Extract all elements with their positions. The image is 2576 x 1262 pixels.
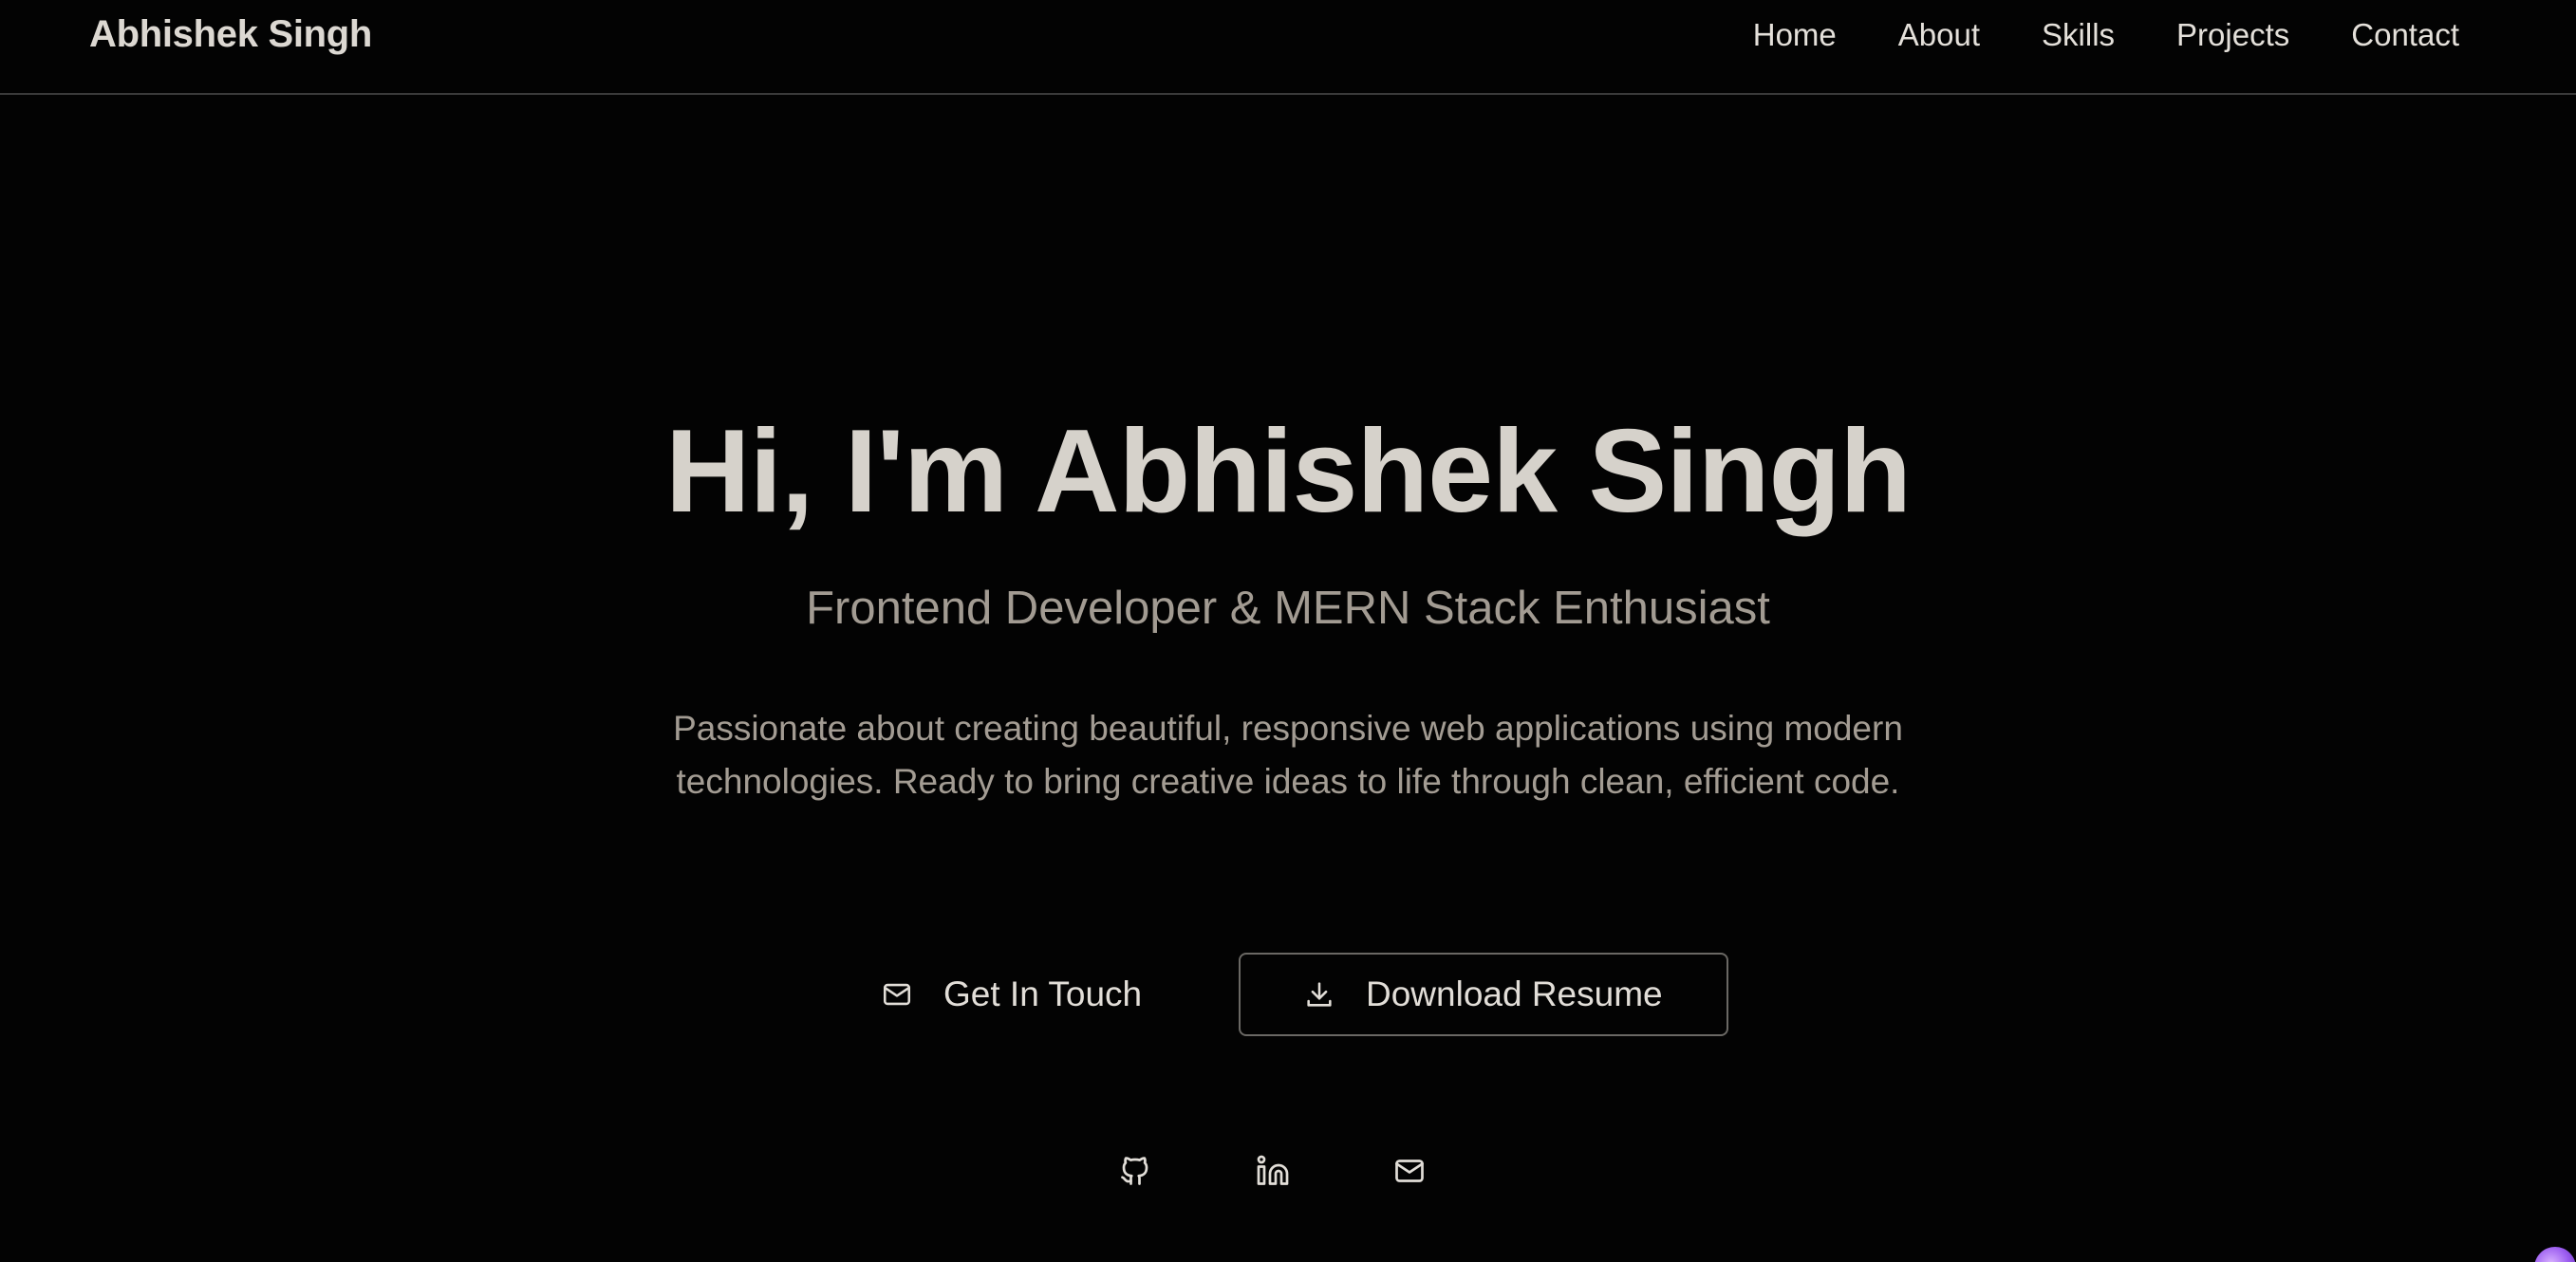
mail-icon[interactable]	[1392, 1154, 1427, 1188]
get-in-touch-label: Get In Touch	[943, 974, 1143, 1013]
social-links	[0, 1154, 2576, 1192]
download-icon	[1303, 978, 1335, 1011]
nav-link-home[interactable]: Home	[1753, 17, 1837, 53]
nav-link-skills[interactable]: Skills	[2042, 17, 2115, 53]
hero-description: Passionate about creating beautiful, res…	[673, 709, 1903, 801]
hero-title: Hi, I'm Abhishek Singh	[665, 406, 1912, 537]
download-resume-button[interactable]: Download Resume	[1239, 953, 1728, 1036]
download-resume-label: Download Resume	[1366, 974, 1663, 1013]
get-in-touch-button[interactable]: Get In Touch	[873, 953, 1158, 1036]
assistant-orb-icon[interactable]	[2521, 1241, 2576, 1262]
mail-icon	[881, 978, 913, 1011]
page: Abhishek Singh Home About Skills Project…	[0, 0, 2576, 1262]
hero-buttons: Get In Touch Download Resume	[0, 953, 2576, 1036]
navbar: Abhishek Singh Home About Skills Project…	[0, 0, 2576, 95]
nav-link-contact[interactable]: Contact	[2351, 17, 2459, 53]
nav-links: Home About Skills Projects Contact	[1691, 17, 2459, 53]
nav-link-about[interactable]: About	[1898, 17, 1980, 53]
orb-shape	[2534, 1247, 2576, 1262]
brand-logo[interactable]: Abhishek Singh	[89, 13, 372, 56]
linkedin-icon[interactable]	[1256, 1154, 1290, 1188]
nav-link-projects[interactable]: Projects	[2176, 17, 2289, 53]
hero-subtitle: Frontend Developer & MERN Stack Enthusia…	[806, 583, 1770, 634]
github-icon[interactable]	[1118, 1154, 1152, 1188]
